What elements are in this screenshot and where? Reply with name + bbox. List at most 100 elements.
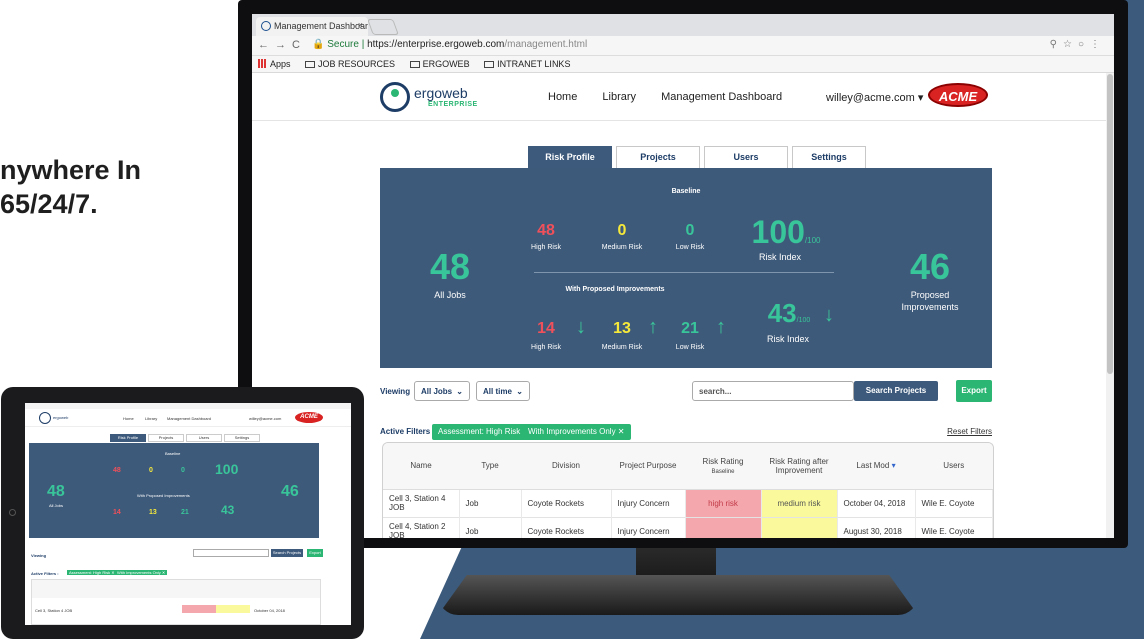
baseline-high-label: High Risk bbox=[531, 244, 561, 251]
active-filters: Active Filters : Assessment: High Risk ✕… bbox=[380, 424, 996, 442]
user-menu[interactable]: willey@acme.com ▾ bbox=[826, 91, 923, 104]
search-projects-button[interactable]: Search Projects bbox=[854, 381, 938, 401]
cell-users: Wile E. Coyote bbox=[915, 488, 993, 517]
arrow-up-icon: ↑ bbox=[648, 316, 658, 338]
export-button[interactable]: Export bbox=[956, 380, 992, 402]
tablet-table-header bbox=[32, 580, 320, 598]
nav-library[interactable]: Library bbox=[602, 91, 636, 103]
improved-low-label: Low Risk bbox=[675, 344, 705, 351]
folder-icon bbox=[409, 61, 420, 68]
tablet-filter-chip-high-risk[interactable]: Assessment: High Risk ✕ bbox=[67, 570, 117, 575]
tablet-export-button[interactable]: Export bbox=[307, 549, 323, 557]
scrollbar-thumb[interactable] bbox=[1107, 74, 1113, 374]
browser-tab[interactable]: Management Dashboard | Erg × bbox=[256, 17, 368, 36]
tablet-nav-library[interactable]: Library bbox=[145, 416, 157, 421]
tablet-tab-risk-profile[interactable]: Risk Profile bbox=[110, 434, 146, 442]
address-bar[interactable]: ←→C 🔒 Secure | https://enterprise.ergowe… bbox=[252, 36, 1114, 56]
tablet-logo-text: ergoweb bbox=[53, 415, 69, 420]
jobs-select[interactable]: All Jobs ⌄ bbox=[414, 381, 470, 401]
cell-division: Coyote Rockets bbox=[521, 516, 612, 538]
tablet-search-input[interactable] bbox=[193, 549, 269, 557]
tab-risk-profile[interactable]: Risk Profile bbox=[528, 146, 612, 168]
tablet-nav-home[interactable]: Home bbox=[123, 416, 134, 421]
tablet-improvements-label: With Proposed Improvements bbox=[137, 493, 190, 498]
proposed-label-2: Improvements bbox=[901, 302, 959, 312]
url-field[interactable]: 🔒 Secure | https://enterprise.ergoweb.co… bbox=[312, 39, 587, 50]
col-last-mod[interactable]: Last Mod ▾ bbox=[837, 443, 915, 490]
col-risk-baseline[interactable]: Risk Rating Baseline bbox=[685, 443, 761, 490]
tab-settings[interactable]: Settings bbox=[792, 146, 866, 168]
logo-subtext: ENTERPRISE bbox=[428, 101, 478, 108]
monitor-stand-base bbox=[438, 575, 918, 615]
tablet-camera bbox=[9, 509, 16, 516]
time-select[interactable]: All time ⌄ bbox=[476, 381, 530, 401]
folder-icon bbox=[305, 61, 316, 68]
improved-high-label: High Risk bbox=[531, 344, 561, 351]
tab-users[interactable]: Users bbox=[704, 146, 788, 168]
arrow-up-icon: ↑ bbox=[716, 316, 726, 338]
tablet-tab-projects[interactable]: Projects bbox=[148, 434, 184, 442]
close-icon[interactable]: × bbox=[358, 20, 363, 30]
bookmark-intranet[interactable]: INTRANET LINKS bbox=[484, 59, 576, 69]
tab-projects[interactable]: Projects bbox=[616, 146, 700, 168]
improved-index-value: 43/100 bbox=[767, 298, 811, 328]
cell-division: Coyote Rockets bbox=[521, 488, 612, 517]
viewing-label: Viewing bbox=[380, 387, 411, 396]
col-risk-after[interactable]: Risk Rating after Improvement bbox=[761, 443, 837, 490]
tablet-table: Cell 3, Station 4 JOB October 04, 2018 bbox=[31, 579, 321, 625]
col-name[interactable]: Name bbox=[383, 443, 459, 490]
tablet-base-high: 48 bbox=[113, 467, 121, 474]
headline-line-2: 65/24/7. bbox=[0, 189, 98, 219]
improved-medium-label: Medium Risk bbox=[601, 344, 643, 351]
table-row[interactable]: Cell 4, Station 2 JOB Job Coyote Rockets… bbox=[383, 516, 993, 538]
tablet-filters-label: Active Filters : bbox=[31, 571, 59, 576]
nav-buttons[interactable]: ←→C bbox=[258, 39, 306, 51]
tablet-filter-chip-improvements[interactable]: With Improvements Only ✕ bbox=[115, 570, 168, 575]
nav-management-dashboard[interactable]: Management Dashboard bbox=[661, 91, 782, 103]
main-nav: Home Library Management Dashboard bbox=[548, 91, 804, 103]
cell-risk-after: medium risk bbox=[761, 488, 838, 517]
improvements-label: With Proposed Improvements bbox=[565, 286, 665, 293]
tablet-nav-dashboard[interactable]: Management Dashboard bbox=[167, 416, 211, 421]
bookmark-ergoweb[interactable]: ERGOWEB bbox=[409, 59, 476, 69]
tab-title: Management Dashboard | Erg bbox=[274, 21, 368, 31]
improved-high-value: 14 bbox=[537, 320, 555, 337]
lock-icon: 🔒 bbox=[312, 39, 325, 50]
col-project-purpose[interactable]: Project Purpose bbox=[611, 443, 685, 490]
tablet-user-email[interactable]: willey@acme.com bbox=[249, 416, 281, 421]
tablet-tab-users[interactable]: Users bbox=[186, 434, 222, 442]
filter-chip-high-risk[interactable]: Assessment: High Risk ✕ bbox=[432, 424, 536, 440]
tablet-screen: ergoweb Home Library Management Dashboar… bbox=[25, 403, 351, 625]
search-input[interactable]: search... bbox=[692, 381, 854, 401]
table-header-row: Name Type Division Project Purpose Risk … bbox=[383, 443, 993, 490]
col-division[interactable]: Division bbox=[521, 443, 611, 490]
tablet-imp-medium: 13 bbox=[149, 509, 157, 516]
tablet-app-header: ergoweb Home Library Management Dashboar… bbox=[25, 409, 351, 427]
tablet-base-low: 0 bbox=[181, 467, 185, 474]
tablet-imp-high: 14 bbox=[113, 509, 121, 516]
tablet-all-jobs: 48 bbox=[47, 483, 65, 500]
col-type[interactable]: Type bbox=[459, 443, 521, 490]
nav-home[interactable]: Home bbox=[548, 91, 577, 103]
bookmark-job-resources[interactable]: JOB RESOURCES bbox=[305, 59, 401, 69]
url-host: https://enterprise.ergoweb.com bbox=[367, 39, 505, 50]
table-row[interactable]: Cell 3, Station 4 JOB Job Coyote Rockets… bbox=[383, 488, 993, 517]
risk-stats-panel: Baseline 48 All Jobs 48 High Risk 0 Medi… bbox=[380, 168, 992, 368]
ergoweb-logo-icon[interactable] bbox=[380, 82, 410, 112]
tablet-viewing-label: Viewing bbox=[31, 553, 47, 558]
cell-users: Wile E. Coyote bbox=[915, 516, 993, 538]
bookmark-apps[interactable]: Apps bbox=[258, 59, 297, 69]
filters-label: Active Filters : bbox=[380, 427, 436, 436]
new-tab-button[interactable] bbox=[367, 19, 399, 35]
cell-type: Job bbox=[459, 488, 522, 517]
col-users[interactable]: Users bbox=[915, 443, 993, 490]
filter-chip-improvements[interactable]: With Improvements Only ✕ bbox=[522, 424, 631, 440]
tablet-base-index: 100 bbox=[215, 461, 239, 477]
tablet-tab-settings[interactable]: Settings bbox=[224, 434, 260, 442]
headline-line-1: nywhere In bbox=[0, 155, 142, 185]
tablet-search-button[interactable]: Search Projects bbox=[271, 549, 303, 557]
reset-filters-link[interactable]: Reset Filters bbox=[947, 427, 992, 436]
monitor: Management Dashboard | Erg × ←→C 🔒 Secur… bbox=[238, 0, 1128, 548]
cell-last-mod: August 30, 2018 bbox=[837, 516, 916, 538]
browser-actions[interactable]: ⚲☆○⋮ bbox=[1050, 39, 1106, 50]
